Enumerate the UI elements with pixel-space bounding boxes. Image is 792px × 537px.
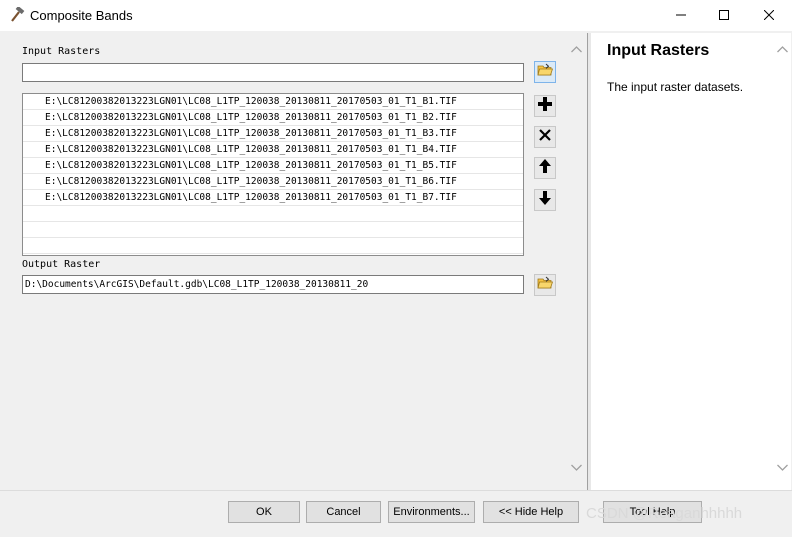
cancel-button[interactable]: Cancel [306, 501, 381, 523]
list-item[interactable]: E:\LC81200382013223LGN01\LC08_L1TP_12003… [23, 126, 523, 142]
browse-output-button[interactable] [534, 274, 556, 296]
output-raster-value: D:\Documents\ArcGIS\Default.gdb\LC08_L1T… [25, 279, 369, 290]
list-item[interactable]: E:\LC81200382013223LGN01\LC08_L1TP_12003… [23, 158, 523, 174]
list-item-empty[interactable] [23, 238, 523, 254]
input-rasters-field[interactable] [22, 63, 524, 82]
output-raster-field[interactable]: D:\Documents\ArcGIS\Default.gdb\LC08_L1T… [22, 275, 524, 294]
hammer-icon [9, 5, 25, 23]
scroll-up-icon[interactable] [571, 45, 582, 56]
list-item-empty[interactable] [23, 206, 523, 222]
add-button[interactable] [534, 95, 556, 117]
help-text: The input raster datasets. [607, 80, 744, 94]
list-item[interactable]: E:\LC81200382013223LGN01\LC08_L1TP_12003… [23, 94, 523, 110]
remove-button[interactable] [534, 126, 556, 148]
list-item-empty[interactable] [23, 222, 523, 238]
list-item[interactable]: E:\LC81200382013223LGN01\LC08_L1TP_12003… [23, 174, 523, 190]
minimize-icon [676, 7, 686, 25]
close-button[interactable] [746, 0, 792, 31]
scroll-down-icon[interactable] [777, 463, 788, 474]
maximize-icon [719, 7, 729, 25]
title-bar: Composite Bands [0, 0, 792, 31]
output-raster-label: Output Raster [22, 259, 101, 270]
list-item[interactable]: E:\LC81200382013223LGN01\LC08_L1TP_12003… [23, 110, 523, 126]
help-pane [591, 33, 774, 490]
maximize-button[interactable] [701, 0, 747, 31]
scroll-up-icon[interactable] [777, 45, 788, 56]
hide-help-button[interactable]: << Hide Help [483, 501, 579, 523]
browse-input-button[interactable] [534, 61, 556, 83]
ok-button[interactable]: OK [228, 501, 300, 523]
help-title: Input Rasters [607, 42, 710, 59]
minimize-button[interactable] [658, 0, 704, 31]
watermark: CSDN @Reaganhhhhh [586, 505, 743, 522]
move-up-button[interactable] [534, 157, 556, 179]
plus-icon [538, 96, 552, 116]
scroll-down-icon[interactable] [571, 463, 582, 474]
open-folder-icon [537, 63, 554, 82]
input-rasters-list[interactable]: E:\LC81200382013223LGN01\LC08_L1TP_12003… [22, 93, 524, 256]
input-rasters-label: Input Rasters [22, 46, 101, 57]
list-item[interactable]: E:\LC81200382013223LGN01\LC08_L1TP_12003… [23, 142, 523, 158]
parameters-scrollbar[interactable] [568, 33, 585, 488]
close-icon [763, 7, 775, 25]
open-folder-icon [537, 276, 554, 295]
help-scrollbar[interactable] [774, 33, 791, 490]
list-item[interactable]: E:\LC81200382013223LGN01\LC08_L1TP_12003… [23, 190, 523, 206]
move-down-button[interactable] [534, 189, 556, 211]
environments-button[interactable]: Environments... [388, 501, 475, 523]
arrow-down-icon [539, 190, 551, 210]
arrow-up-icon [539, 158, 551, 178]
window-title: Composite Bands [30, 8, 133, 23]
delete-icon [539, 128, 551, 146]
